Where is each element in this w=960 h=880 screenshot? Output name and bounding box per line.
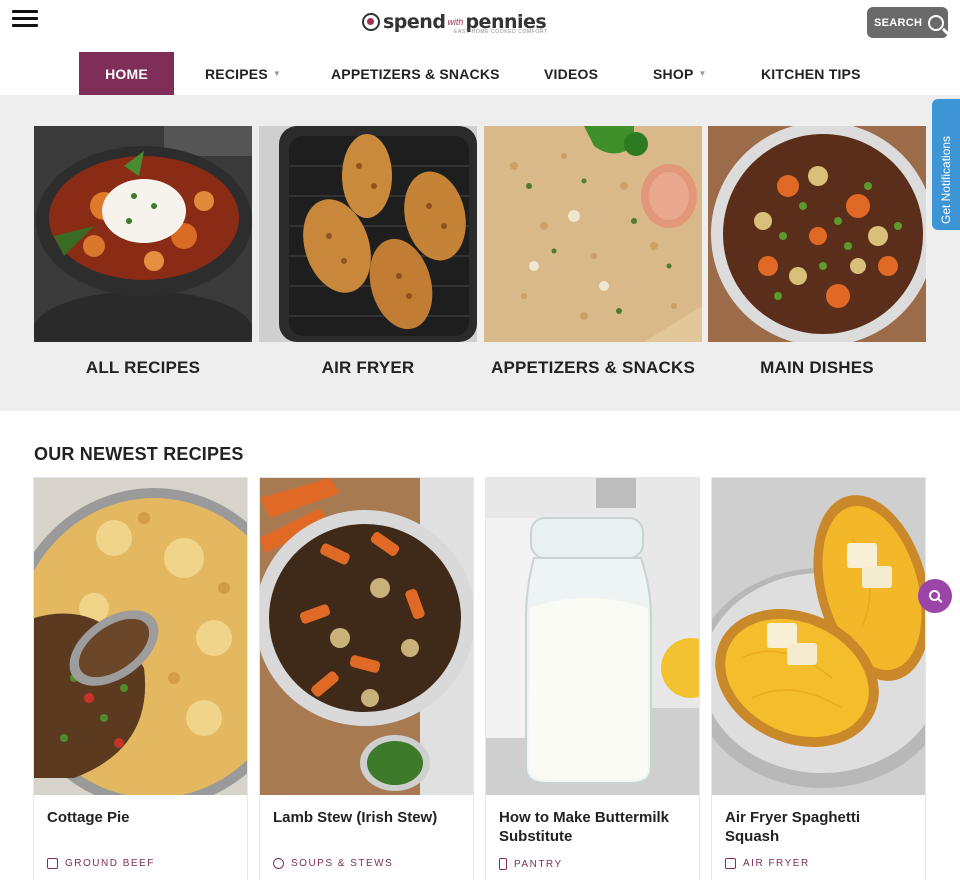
soup-bowl-icon [273,858,284,869]
recipe-category[interactable]: AIR FRYER [725,858,810,869]
recipe-card[interactable]: How to Make Buttermilk Substitute PANTRY [486,478,699,880]
site-logo[interactable]: spend with pennies EASY HOME COOKED COMF… [362,8,548,36]
recipe-category-label: GROUND BEEF [65,858,155,869]
category-card-appetizers[interactable]: APPETIZERS & SNACKS [484,126,702,378]
recipe-category[interactable]: GROUND BEEF [47,858,155,869]
category-label: ALL RECIPES [85,358,201,377]
recipe-image [486,478,699,795]
category-label: MAIN DISHES [760,358,874,377]
nav-label: HOME [105,65,148,82]
category-image [708,126,926,342]
recipe-card[interactable]: Air Fryer Spaghetti Squash AIR FRYER [712,478,925,880]
recipe-category-label: SOUPS & STEWS [291,858,394,869]
recipe-title: Air Fryer Spaghetti Squash [725,809,861,845]
nav-item-home[interactable]: HOME [79,52,174,95]
category-image [259,126,477,342]
chevron-down-icon: ▼ [272,69,281,78]
recipe-category-label: PANTRY [514,858,563,870]
recipe-title: How to Make Buttermilk Substitute [499,809,670,845]
recipe-image [260,478,473,795]
search-label: SEARCH [874,16,923,29]
recipe-card[interactable]: Cottage Pie GROUND BEEF [34,478,247,880]
air-fryer-icon [725,858,736,869]
recipe-title: Cottage Pie [47,809,130,826]
jar-icon [499,858,507,870]
notifications-label: Get Notifications [939,135,953,224]
recipe-title: Lamb Stew (Irish Stew) [273,809,438,826]
nav-label: KITCHEN TIPS [761,65,861,82]
site-header: spend with pennies EASY HOME COOKED COMF… [0,0,960,95]
category-label: AIR FRYER [321,358,415,377]
nav-item-appetizers[interactable]: APPETIZERS & SNACKS [331,52,500,95]
nav-item-recipes[interactable]: RECIPES ▼ [205,52,281,95]
nav-label: SHOP [653,65,694,82]
nav-label: APPETIZERS & SNACKS [331,65,500,82]
logo-icon [362,13,380,31]
notifications-tab[interactable]: Get Notifications [932,99,960,230]
chevron-down-icon: ▼ [698,69,707,78]
search-icon [928,14,945,31]
nav-item-kitchen-tips[interactable]: KITCHEN TIPS [761,52,861,95]
menu-icon[interactable] [12,6,38,32]
category-card-main-dishes[interactable]: MAIN DISHES [708,126,926,378]
section-title-newest: OUR NEWEST RECIPES [34,444,244,464]
search-icon [928,589,940,601]
ground-beef-icon [47,858,58,869]
category-card-all-recipes[interactable]: ALL RECIPES [34,126,252,378]
recipe-category[interactable]: PANTRY [499,858,563,870]
category-image [484,126,702,342]
main-nav: HOME RECIPES ▼ APPETIZERS & SNACKS VIDEO… [0,52,960,95]
category-band: ALL RECIPES AIR FRYER APPETIZERS & SNACK… [0,95,960,411]
floating-search-button[interactable] [918,579,952,613]
recipe-image [34,478,247,795]
category-card-air-fryer[interactable]: AIR FRYER [259,126,477,378]
search-button[interactable]: SEARCH [867,7,948,38]
recipe-image [712,478,925,795]
recipe-category[interactable]: SOUPS & STEWS [273,858,393,869]
logo-text: spend [383,11,446,33]
nav-item-shop[interactable]: SHOP ▼ [653,52,707,95]
category-image [34,126,252,342]
nav-item-videos[interactable]: VIDEOS [544,52,598,95]
logo-tagline: EASY HOME COOKED COMFORT [454,29,548,35]
recipe-card[interactable]: Lamb Stew (Irish Stew) SOUPS & STEWS [260,478,473,880]
category-label: APPETIZERS & SNACKS [490,358,696,377]
nav-label: VIDEOS [544,65,599,82]
recipe-category-label: AIR FRYER [743,858,810,869]
nav-label: RECIPES [205,65,268,82]
logo-with: with [447,17,464,27]
